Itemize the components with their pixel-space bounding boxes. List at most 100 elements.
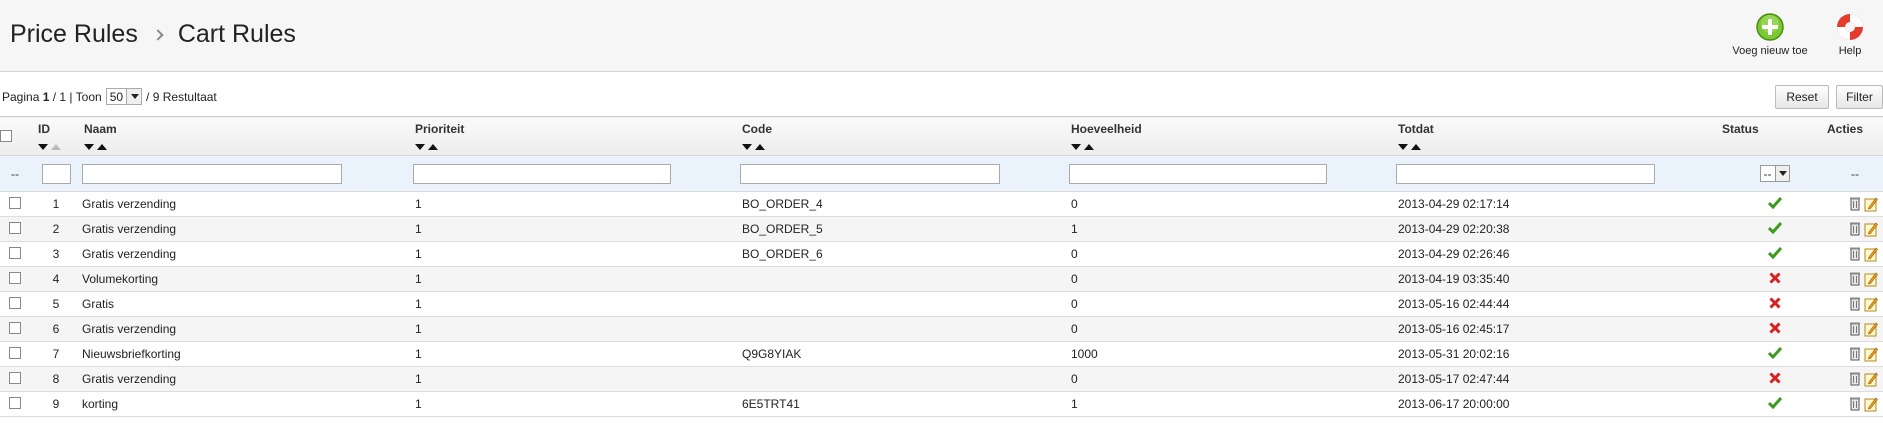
column-code[interactable]: Code xyxy=(738,116,1067,156)
sort-icon[interactable] xyxy=(38,139,82,150)
reset-button[interactable]: Reset xyxy=(1775,85,1829,109)
column-id[interactable]: ID xyxy=(30,116,82,156)
cell-status[interactable] xyxy=(1722,366,1827,392)
column-priority[interactable]: Prioriteit xyxy=(411,116,738,156)
row-cell-select xyxy=(0,291,30,317)
row-checkbox[interactable] xyxy=(9,196,21,209)
sort-icon[interactable] xyxy=(1398,139,1722,150)
sort-icon[interactable] xyxy=(1071,139,1394,150)
column-until[interactable]: Totdat xyxy=(1394,116,1722,156)
cross-icon xyxy=(1768,321,1781,334)
row-checkbox[interactable] xyxy=(9,221,21,234)
trash-icon[interactable] xyxy=(1848,296,1862,312)
table-row[interactable]: 6 Gratis verzending 1 0 2013-05-16 02:45:17 xyxy=(0,316,1883,342)
trash-icon[interactable] xyxy=(1848,196,1862,212)
cell-until: 2013-06-17 20:00:00 xyxy=(1394,391,1722,417)
current-page: 1 xyxy=(42,89,50,104)
row-checkbox[interactable] xyxy=(9,371,21,384)
cell-until: 2013-05-16 02:45:17 xyxy=(1394,316,1722,342)
cell-quantity: 0 xyxy=(1067,291,1394,317)
cell-status[interactable] xyxy=(1722,391,1827,417)
edit-icon[interactable] xyxy=(1864,321,1878,337)
cell-actions xyxy=(1827,316,1883,342)
table-row[interactable]: 5 Gratis 1 0 2013-05-16 02:44:44 xyxy=(0,291,1883,317)
cell-actions xyxy=(1827,366,1883,392)
trash-icon[interactable] xyxy=(1848,246,1862,262)
cell-quantity: 0 xyxy=(1067,241,1394,267)
filter-priority-input[interactable] xyxy=(413,163,671,184)
filter-name-input[interactable] xyxy=(82,163,342,184)
column-until-label: Totdat xyxy=(1398,122,1434,136)
row-checkbox[interactable] xyxy=(9,296,21,309)
column-name[interactable]: Naam xyxy=(82,116,411,156)
row-checkbox[interactable] xyxy=(9,346,21,359)
cell-id: 9 xyxy=(30,391,82,417)
column-name-label: Naam xyxy=(84,122,117,136)
chevron-down-icon xyxy=(1774,166,1789,181)
edit-icon[interactable] xyxy=(1864,271,1878,287)
table-row[interactable]: 9 korting 1 6E5TRT41 1 2013-06-17 20:00:00 xyxy=(0,391,1883,417)
filter-status-select[interactable]: -- xyxy=(1759,165,1790,182)
filter-quantity-input[interactable] xyxy=(1069,163,1327,184)
table-row[interactable]: 3 Gratis verzending 1 BO_ORDER_6 0 2013-04-29… xyxy=(0,241,1883,267)
column-quantity-label: Hoeveelheid xyxy=(1071,122,1142,136)
breadcrumb-parent[interactable]: Price Rules xyxy=(10,20,138,49)
trash-icon[interactable] xyxy=(1848,396,1862,412)
table-row[interactable]: 1 Gratis verzending 1 BO_ORDER_4 0 2013-04-29… xyxy=(0,191,1883,217)
cross-icon xyxy=(1768,271,1781,284)
filter-code-input[interactable] xyxy=(740,163,1000,184)
table-row[interactable]: 7 Nieuwsbriefkorting 1 Q9G8YIAK 1000 2013-05-… xyxy=(0,341,1883,367)
cell-actions xyxy=(1827,191,1883,217)
cell-code xyxy=(738,291,1067,317)
filter-id-input[interactable] xyxy=(41,163,71,184)
table-row[interactable]: 2 Gratis verzending 1 BO_ORDER_5 1 2013-04-29… xyxy=(0,216,1883,242)
edit-icon[interactable] xyxy=(1864,221,1878,237)
row-checkbox[interactable] xyxy=(9,396,21,409)
cell-code: BO_ORDER_5 xyxy=(738,216,1067,242)
per-page-select[interactable]: 50 xyxy=(105,88,143,105)
edit-icon[interactable] xyxy=(1864,346,1878,362)
filter-button[interactable]: Filter xyxy=(1836,85,1883,109)
help-button[interactable]: Help xyxy=(1828,12,1872,57)
sort-icon[interactable] xyxy=(742,139,1067,150)
trash-icon[interactable] xyxy=(1848,271,1862,287)
sort-icon[interactable] xyxy=(415,139,738,150)
table-row[interactable]: 8 Gratis verzending 1 0 2013-05-17 02:47:44 xyxy=(0,366,1883,392)
select-all-checkbox[interactable] xyxy=(0,130,12,142)
help-label: Help xyxy=(1838,45,1862,57)
cell-until: 2013-05-16 02:44:44 xyxy=(1394,291,1722,317)
check-icon xyxy=(1767,221,1782,234)
cell-status[interactable] xyxy=(1722,266,1827,292)
cell-status[interactable] xyxy=(1722,191,1827,217)
table-row[interactable]: 4 Volumekorting 1 0 2013-04-19 03:35:40 xyxy=(0,266,1883,292)
edit-icon[interactable] xyxy=(1864,396,1878,412)
cell-status[interactable] xyxy=(1722,341,1827,367)
edit-icon[interactable] xyxy=(1864,296,1878,312)
cell-status[interactable] xyxy=(1722,216,1827,242)
trash-icon[interactable] xyxy=(1848,221,1862,237)
cross-icon xyxy=(1768,371,1781,384)
add-new-label: Voeg nieuw toe xyxy=(1732,45,1808,57)
cell-code xyxy=(738,366,1067,392)
trash-icon[interactable] xyxy=(1848,371,1862,387)
trash-icon[interactable] xyxy=(1848,321,1862,337)
edit-icon[interactable] xyxy=(1864,196,1878,212)
column-id-label: ID xyxy=(38,122,50,136)
cell-status[interactable] xyxy=(1722,291,1827,317)
check-icon xyxy=(1767,346,1782,359)
row-checkbox[interactable] xyxy=(9,271,21,284)
edit-icon[interactable] xyxy=(1864,371,1878,387)
cell-until: 2013-05-31 20:02:16 xyxy=(1394,341,1722,367)
filter-until-input[interactable] xyxy=(1396,163,1655,184)
add-new-button[interactable]: Voeg nieuw toe xyxy=(1728,12,1812,57)
cell-priority: 1 xyxy=(411,391,738,417)
column-quantity[interactable]: Hoeveelheid xyxy=(1067,116,1394,156)
sort-icon[interactable] xyxy=(84,139,411,150)
cell-until: 2013-04-29 02:26:46 xyxy=(1394,241,1722,267)
cell-status[interactable] xyxy=(1722,241,1827,267)
edit-icon[interactable] xyxy=(1864,246,1878,262)
cell-status[interactable] xyxy=(1722,316,1827,342)
row-checkbox[interactable] xyxy=(9,246,21,259)
trash-icon[interactable] xyxy=(1848,346,1862,362)
row-checkbox[interactable] xyxy=(9,321,21,334)
